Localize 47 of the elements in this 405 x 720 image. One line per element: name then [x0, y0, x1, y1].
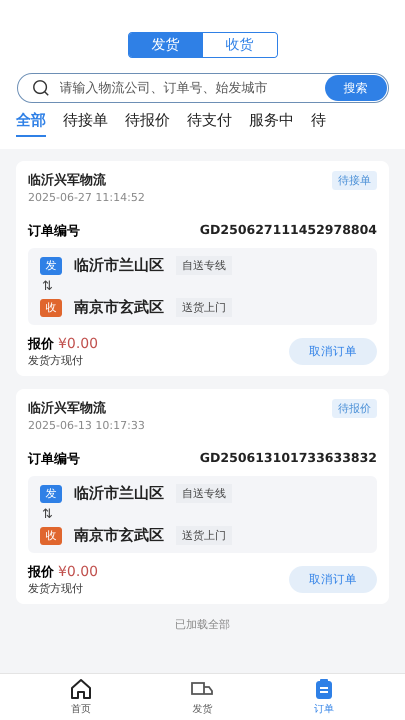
- order-time: 2025-06-27 11:14:52: [28, 191, 145, 204]
- delivery-tag: 送货上门: [176, 526, 232, 545]
- payment-method: 发货方现付: [28, 353, 84, 368]
- status-tag: 待报价: [332, 399, 377, 418]
- cancel-order-button[interactable]: 取消订单: [289, 338, 377, 365]
- origin-city: 临沂市兰山区: [74, 256, 164, 275]
- order-number-label: 订单编号: [28, 222, 80, 240]
- price-label: 报价: [28, 336, 54, 353]
- origin-badge: 发: [40, 484, 62, 502]
- nav-item[interactable]: 首页: [60, 674, 101, 720]
- home-icon: [68, 677, 93, 701]
- segment-tab[interactable]: 发货: [128, 33, 202, 57]
- swap-arrows: ⇅: [42, 279, 53, 294]
- search-button[interactable]: 搜索: [324, 75, 386, 101]
- order-number: GD250627111452978804: [200, 222, 377, 239]
- company-name: 临沂兴军物流: [28, 400, 107, 417]
- delivery-tag: 送货上门: [176, 298, 232, 317]
- status-tab[interactable]: 待支付: [187, 111, 232, 137]
- swap-arrows: ⇅: [42, 507, 53, 522]
- cancel-order-button[interactable]: 取消订单: [289, 566, 377, 593]
- origin-badge: 发: [40, 256, 62, 274]
- destination-city: 南京市玄武区: [74, 298, 164, 317]
- status-tag: 待接单: [332, 171, 377, 190]
- price-label: 报价: [28, 564, 54, 581]
- order-time: 2025-06-13 10:17:33: [28, 419, 145, 432]
- payment-method: 发货方现付: [28, 581, 84, 596]
- status-tab[interactable]: 待接单: [63, 111, 108, 137]
- status-tab[interactable]: 待: [311, 111, 326, 137]
- status-tab[interactable]: 全部: [16, 111, 46, 137]
- search-icon: [32, 79, 50, 97]
- order-number-label: 订单编号: [28, 450, 80, 468]
- status-tab[interactable]: 待报价: [125, 111, 170, 137]
- delivery-tag: 自送专线: [176, 256, 232, 275]
- search-field[interactable]: 请输入物流公司、订单号、始发城市 搜索: [16, 73, 388, 103]
- order-number: GD250613101733633832: [200, 450, 377, 467]
- destination-city: 南京市玄武区: [74, 526, 164, 545]
- origin-city: 临沂市兰山区: [74, 484, 164, 503]
- nav-item[interactable]: 发货: [182, 674, 222, 720]
- nav-item[interactable]: 订单: [304, 674, 344, 720]
- price-value: ¥0.00: [58, 336, 98, 352]
- delivery-tag: 自送专线: [176, 484, 232, 503]
- destination-badge: 收: [40, 526, 62, 544]
- status-tab[interactable]: 服务中: [249, 111, 294, 137]
- price-value: ¥0.00: [58, 564, 98, 580]
- company-name: 临沂兴军物流: [28, 172, 107, 189]
- end-of-list-text: 已加载全部: [175, 617, 230, 632]
- destination-badge: 收: [40, 298, 62, 316]
